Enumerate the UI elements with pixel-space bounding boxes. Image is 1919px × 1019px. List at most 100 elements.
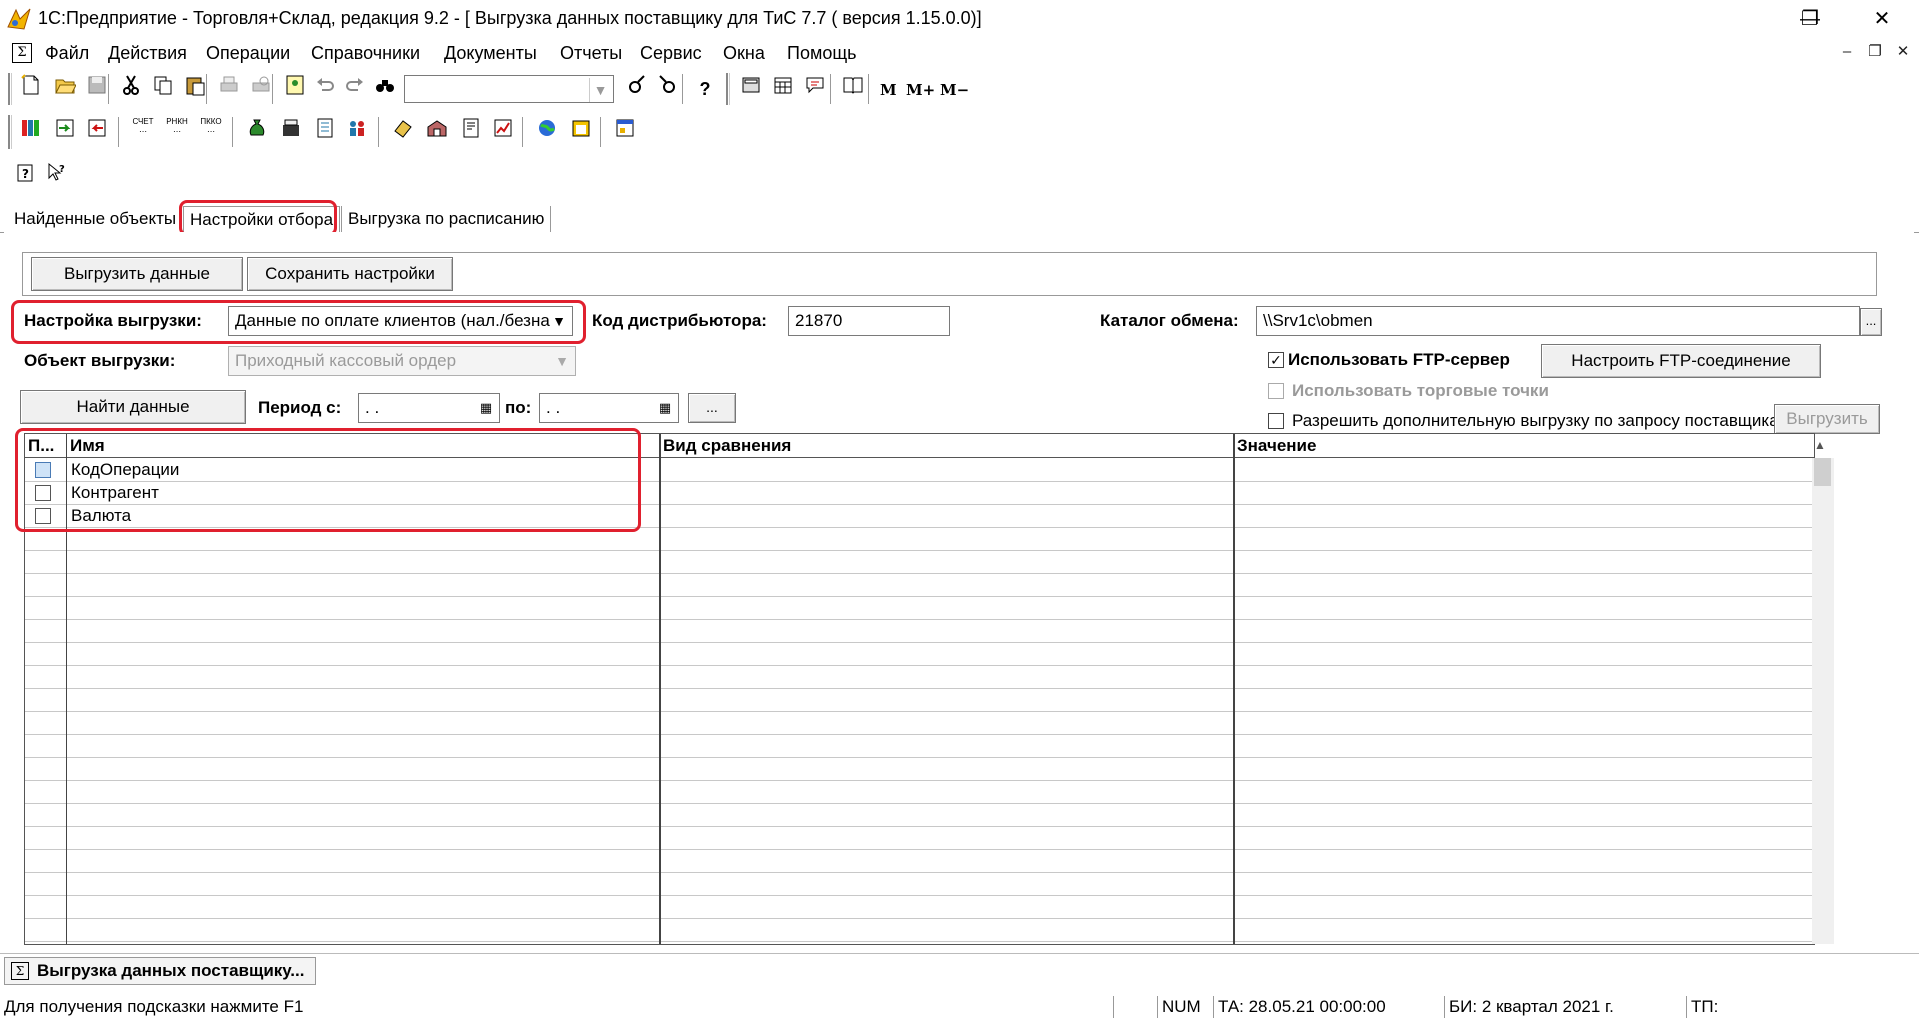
period-to-field[interactable]: . . ▦ <box>539 393 679 423</box>
table-row[interactable] <box>25 620 1814 643</box>
menu-operations[interactable]: Операции <box>206 43 290 64</box>
memory-plus-button[interactable]: M+ <box>906 81 935 99</box>
search-next-icon[interactable] <box>622 74 652 104</box>
table-row[interactable] <box>25 804 1814 827</box>
table-row[interactable] <box>25 666 1814 689</box>
close-button[interactable]: ✕ <box>1862 4 1902 34</box>
invoice-icon[interactable]: СЧЕТ ⋯ <box>128 117 158 147</box>
search-previous-icon[interactable] <box>652 74 682 104</box>
menu-reports[interactable]: Отчеты <box>560 43 622 64</box>
cut-icon[interactable] <box>116 74 146 104</box>
globe-icon[interactable] <box>532 117 562 147</box>
tips-icon[interactable] <box>800 74 830 104</box>
find-data-button[interactable]: Найти данные <box>20 390 246 424</box>
chart-icon[interactable] <box>488 117 518 147</box>
book-icon[interactable] <box>838 74 868 104</box>
money-bag-icon[interactable] <box>242 117 272 147</box>
calculator-icon[interactable] <box>736 74 766 104</box>
memory-m-button[interactable]: M <box>880 81 897 99</box>
toolbar-grip[interactable] <box>8 115 12 149</box>
menu-windows[interactable]: Окна <box>723 43 765 64</box>
table-row[interactable] <box>25 735 1814 758</box>
print-icon[interactable] <box>214 74 244 104</box>
table-row[interactable] <box>25 574 1814 597</box>
table-row[interactable] <box>25 781 1814 804</box>
users-icon[interactable] <box>342 117 372 147</box>
table-row[interactable] <box>25 597 1814 620</box>
table-row[interactable] <box>25 827 1814 850</box>
tab-found-objects[interactable]: Найденные объекты <box>8 206 182 232</box>
scroll-up-icon[interactable]: ▲ <box>1814 438 1826 452</box>
table-row[interactable] <box>25 919 1814 942</box>
menu-actions[interactable]: Действия <box>108 43 187 64</box>
scrollbar-thumb[interactable] <box>1814 458 1831 486</box>
calendar-icon[interactable]: ▦ <box>475 396 497 420</box>
tab-scheduled-export[interactable]: Выгрузка по расписанию <box>341 206 552 232</box>
export-data-button[interactable]: Выгрузить данные <box>31 257 243 291</box>
use-ftp-label: Использовать FTP-сервер <box>1288 350 1510 369</box>
chevron-down-icon: ▼ <box>555 353 569 369</box>
warehouse-icon[interactable] <box>422 117 452 147</box>
browse-dir-button[interactable]: ... <box>1860 308 1882 336</box>
new-document-icon[interactable] <box>16 74 46 104</box>
open-folder-icon[interactable] <box>50 74 80 104</box>
table-row[interactable] <box>25 873 1814 896</box>
menu-file[interactable]: Файл <box>45 43 89 64</box>
find-binoculars-icon[interactable] <box>370 74 400 104</box>
table-row[interactable] <box>25 551 1814 574</box>
configure-ftp-button[interactable]: Настроить FTP-соединение <box>1541 344 1821 378</box>
journal-icon[interactable] <box>16 117 46 147</box>
table-row[interactable] <box>25 643 1814 666</box>
period-from-field[interactable]: . . ▦ <box>358 393 500 423</box>
mdi-close-button[interactable]: ✕ <box>1892 42 1914 62</box>
period-select-button[interactable]: ... <box>688 393 736 423</box>
save-settings-button[interactable]: Сохранить настройки <box>247 257 453 291</box>
help-question-icon[interactable]: ? <box>690 74 720 104</box>
import-icon[interactable] <box>50 117 80 147</box>
toolbar-grip[interactable] <box>8 73 12 105</box>
exchange-dir-field[interactable]: \\Srv1c\obmen <box>1256 306 1860 336</box>
cash-register-icon[interactable] <box>276 117 306 147</box>
help-contents-icon[interactable]: ? <box>10 162 40 192</box>
menu-documents[interactable]: Документы <box>444 43 537 64</box>
calendar-icon[interactable] <box>768 74 798 104</box>
menu-catalogs[interactable]: Справочники <box>311 43 420 64</box>
undo-icon[interactable] <box>310 74 340 104</box>
search-combo[interactable]: ▼ <box>404 75 614 103</box>
window-bar-item[interactable]: Σ Выгрузка данных поставщику... <box>4 957 316 985</box>
memory-minus-button[interactable]: M− <box>940 81 969 99</box>
goods-icon[interactable] <box>388 117 418 147</box>
restore-button[interactable]: ❐ <box>1790 4 1830 34</box>
system-menu-icon[interactable]: Σ <box>12 43 32 63</box>
table-row[interactable] <box>25 689 1814 712</box>
menu-service[interactable]: Сервис <box>640 43 702 64</box>
rnkn-icon[interactable]: РНКН ⋯ <box>162 117 192 147</box>
mdi-restore-button[interactable]: ❐ <box>1864 42 1886 62</box>
report-icon[interactable] <box>456 117 486 147</box>
table-row[interactable] <box>25 758 1814 781</box>
column-header-value[interactable]: Значение <box>1234 434 1814 458</box>
copy-icon[interactable] <box>148 74 178 104</box>
table-row[interactable] <box>25 896 1814 919</box>
table-row[interactable] <box>25 712 1814 735</box>
properties-icon[interactable] <box>280 74 310 104</box>
chevron-down-icon[interactable]: ▼ <box>589 78 611 102</box>
toolbar-grip[interactable] <box>726 73 730 105</box>
pkko-icon[interactable]: ПККО ⋯ <box>196 117 226 147</box>
table-row[interactable] <box>25 850 1814 873</box>
allow-extra-export-checkbox[interactable] <box>1268 413 1284 429</box>
use-ftp-checkbox[interactable]: ✓ <box>1268 352 1284 368</box>
mdi-minimize-button[interactable]: – <box>1836 42 1858 62</box>
document-icon[interactable] <box>310 117 340 147</box>
calendar-date-icon[interactable] <box>566 117 596 147</box>
column-header-comparison[interactable]: Вид сравнения <box>660 434 1233 458</box>
calendar-icon[interactable]: ▦ <box>654 396 676 420</box>
settings-window-icon[interactable] <box>610 117 640 147</box>
table-row[interactable] <box>25 942 1814 944</box>
grid-vertical-scrollbar[interactable] <box>1812 458 1834 944</box>
redo-icon[interactable] <box>340 74 370 104</box>
menu-help[interactable]: Помощь <box>787 43 857 64</box>
distributor-code-field[interactable]: 21870 <box>788 306 950 336</box>
export-icon[interactable] <box>82 117 112 147</box>
context-help-icon[interactable]: ? <box>42 162 72 192</box>
